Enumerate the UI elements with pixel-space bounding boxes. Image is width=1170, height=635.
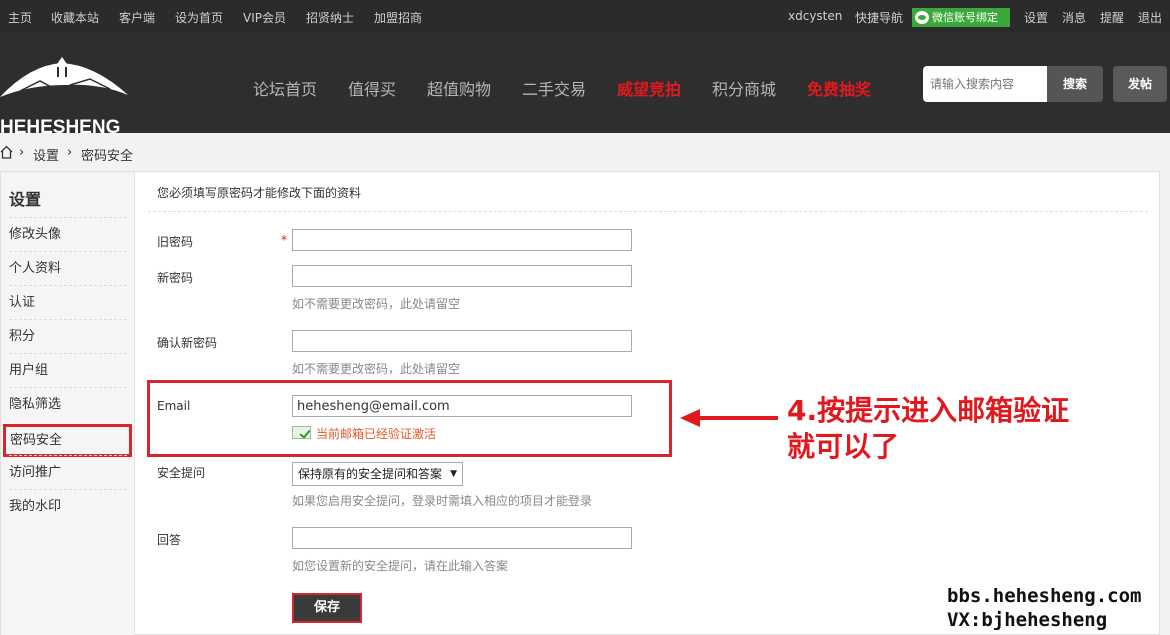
top-link-messages[interactable]: 消息: [1062, 9, 1086, 26]
nav-second-hand[interactable]: 二手交易: [522, 76, 586, 100]
sidebar-item-credits[interactable]: 积分: [9, 319, 127, 353]
form-notice: 您必须填写原密码才能修改下面的资料: [157, 186, 362, 200]
watermark: bbs.hehesheng.com VX:bjhehesheng: [947, 584, 1141, 632]
wechat-bind-button[interactable]: 微信账号绑定: [912, 8, 1010, 27]
home-icon[interactable]: [0, 145, 13, 159]
required-mark: *: [281, 233, 287, 247]
annotation-arrow-icon: [680, 409, 778, 427]
search-button[interactable]: 搜索: [1047, 66, 1103, 102]
settings-sidebar: 设置 修改头像 个人资料 认证 积分 用户组 隐私筛选 密码安全 访问推广 我的…: [1, 172, 135, 635]
security-question-value: 保持原有的安全提问和答案: [298, 467, 443, 481]
breadcrumb-current: 密码安全: [81, 149, 134, 164]
annotation-line-2: 就可以了: [787, 430, 900, 463]
top-link-settings[interactable]: 设置: [1024, 9, 1048, 26]
site-logo[interactable]: HEHESHENG: [0, 55, 130, 138]
nav-worth-buying[interactable]: 值得买: [348, 76, 396, 100]
breadcrumb-settings[interactable]: 设置: [33, 145, 59, 164]
sidebar-item-usergroup[interactable]: 用户组: [9, 353, 127, 387]
top-link-home[interactable]: 主页: [8, 9, 32, 26]
username-link[interactable]: xdcysten: [788, 9, 842, 23]
answer-hint: 如您设置新的安全提问，请在此输入答案: [292, 559, 509, 573]
sidebar-item-profile[interactable]: 个人资料: [9, 251, 127, 285]
confirm-password-field[interactable]: [292, 330, 632, 352]
security-question-hint: 如果您启用安全提问，登录时需填入相应的项目才能登录: [292, 494, 593, 508]
sidebar-title: 设置: [9, 190, 42, 209]
email-highlight-box: [147, 380, 672, 457]
sidebar-item-verify[interactable]: 认证: [9, 285, 127, 319]
watermark-line-2: VX:bjhehesheng: [947, 609, 1108, 631]
nav-deals[interactable]: 超值购物: [427, 76, 491, 100]
nav-auction[interactable]: 威望竞拍: [617, 76, 681, 100]
security-question-select[interactable]: 保持原有的安全提问和答案 ▼: [292, 462, 463, 486]
search-input[interactable]: [923, 66, 1048, 102]
logo-mountain-icon: [0, 57, 128, 97]
answer-label: 回答: [157, 533, 182, 547]
breadcrumb-separator-icon: ›: [19, 145, 25, 160]
old-password-field[interactable]: [292, 229, 632, 251]
quick-nav-link[interactable]: 快捷导航: [855, 9, 903, 26]
answer-field[interactable]: [292, 527, 632, 549]
nav-lottery[interactable]: 免费抽奖: [807, 76, 871, 100]
new-password-label: 新密码: [157, 271, 194, 285]
sidebar-item-avatar[interactable]: 修改头像: [9, 217, 127, 251]
watermark-line-1: bbs.hehesheng.com: [947, 585, 1142, 607]
breadcrumb-separator-icon: ›: [67, 145, 73, 160]
top-link-client[interactable]: 客户端: [119, 9, 155, 26]
nav-points-mall[interactable]: 积分商城: [712, 76, 776, 100]
annotation-text: 4.按提示进入邮箱验证 就可以了: [787, 393, 1069, 465]
logo-text: HEHESHENG: [0, 117, 121, 138]
sidebar-item-promotion[interactable]: 访问推广: [9, 455, 127, 489]
top-link-set-homepage[interactable]: 设为首页: [175, 9, 223, 26]
post-button[interactable]: 发帖: [1113, 66, 1167, 102]
top-link-logout[interactable]: 退出: [1138, 9, 1162, 26]
confirm-password-hint: 如不需要更改密码，此处请留空: [292, 362, 461, 376]
top-bar: 主页 收藏本站 客户端 设为首页 VIP会员 招贤纳士 加盟招商 xdcyste…: [0, 0, 1170, 33]
divider: [148, 211, 1148, 212]
top-link-jobs[interactable]: 招贤纳士: [306, 9, 354, 26]
sidebar-item-password-security[interactable]: 密码安全: [3, 424, 132, 457]
top-link-notifications[interactable]: 提醒: [1100, 9, 1124, 26]
security-question-label: 安全提问: [157, 466, 206, 480]
new-password-field[interactable]: [292, 265, 632, 287]
old-password-label: 旧密码: [157, 235, 194, 249]
top-link-franchise[interactable]: 加盟招商: [374, 9, 422, 26]
site-header: HEHESHENG 论坛首页 值得买 超值购物 二手交易 威望竞拍 积分商城 免…: [0, 33, 1170, 138]
wechat-bind-label: 微信账号绑定: [932, 11, 998, 24]
new-password-hint: 如不需要更改密码，此处请留空: [292, 297, 461, 311]
confirm-password-label: 确认新密码: [157, 336, 218, 350]
sidebar-item-privacy[interactable]: 隐私筛选: [9, 387, 127, 421]
sidebar-item-watermark[interactable]: 我的水印: [9, 489, 127, 523]
top-link-vip[interactable]: VIP会员: [243, 9, 286, 26]
dropdown-arrow-icon: ▼: [450, 469, 457, 479]
save-button[interactable]: 保存: [292, 593, 362, 623]
top-link-bookmark[interactable]: 收藏本站: [51, 9, 99, 26]
annotation-line-1: 4.按提示进入邮箱验证: [787, 394, 1070, 427]
wechat-icon: [915, 11, 929, 24]
nav-forum-home[interactable]: 论坛首页: [253, 76, 317, 100]
